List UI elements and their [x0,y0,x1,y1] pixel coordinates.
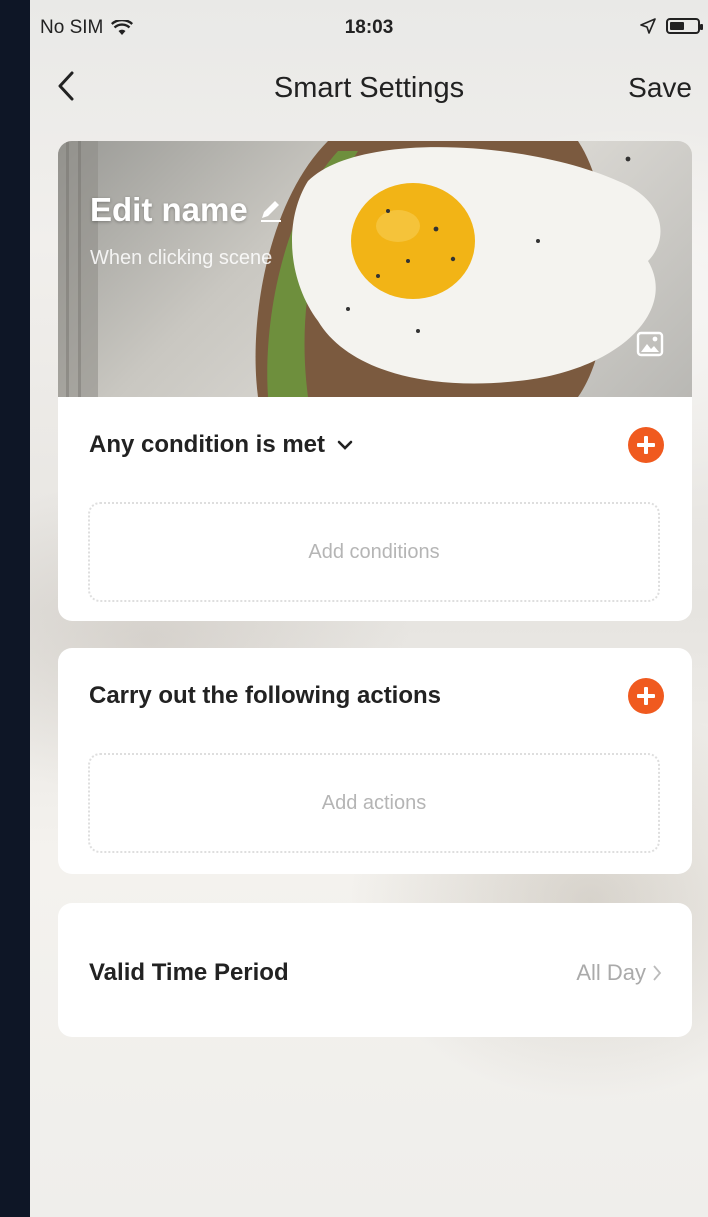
image-icon[interactable] [636,331,664,357]
time-period-card[interactable]: Valid Time Period All Day [58,903,692,1037]
time-period-value-text: All Day [576,960,646,985]
actions-header: Carry out the following actions [89,682,442,709]
scene-subtitle: When clicking scene [90,247,273,269]
scene-name-label: Edit name [90,191,248,228]
add-action-plus-icon[interactable] [628,678,664,714]
pencil-icon [260,201,281,222]
scene-cover: Edit name When clicking scene [58,141,692,397]
save-button[interactable]: Save [628,72,692,104]
time-period-label: Valid Time Period [89,959,289,986]
page-title: Smart Settings [273,72,465,104]
chevron-down-icon [337,440,353,450]
add-actions-button[interactable]: Add actions [88,753,660,853]
status-time: 18:03 [344,17,394,38]
add-condition-plus-icon[interactable] [628,427,664,463]
time-period-value[interactable]: All Day [576,960,662,986]
condition-mode-dropdown[interactable]: Any condition is met [89,431,353,459]
edit-name-button[interactable]: Edit name [90,191,284,229]
nav-bar: Smart Settings Save [30,60,708,112]
location-arrow-icon [640,18,656,34]
phone-screen: No SIM 18:03 Smart Settings Save Edit na… [30,0,708,1217]
conditions-header: Any condition is met [89,431,326,458]
status-bar: No SIM 18:03 [30,0,708,54]
status-right [640,18,703,34]
chevron-right-icon [653,965,662,981]
conditions-card: Any condition is met Add conditions [58,397,692,621]
actions-card: Carry out the following actions Add acti… [58,648,692,874]
battery-fill [670,22,684,30]
battery-icon [666,18,703,34]
add-conditions-button[interactable]: Add conditions [88,502,660,602]
